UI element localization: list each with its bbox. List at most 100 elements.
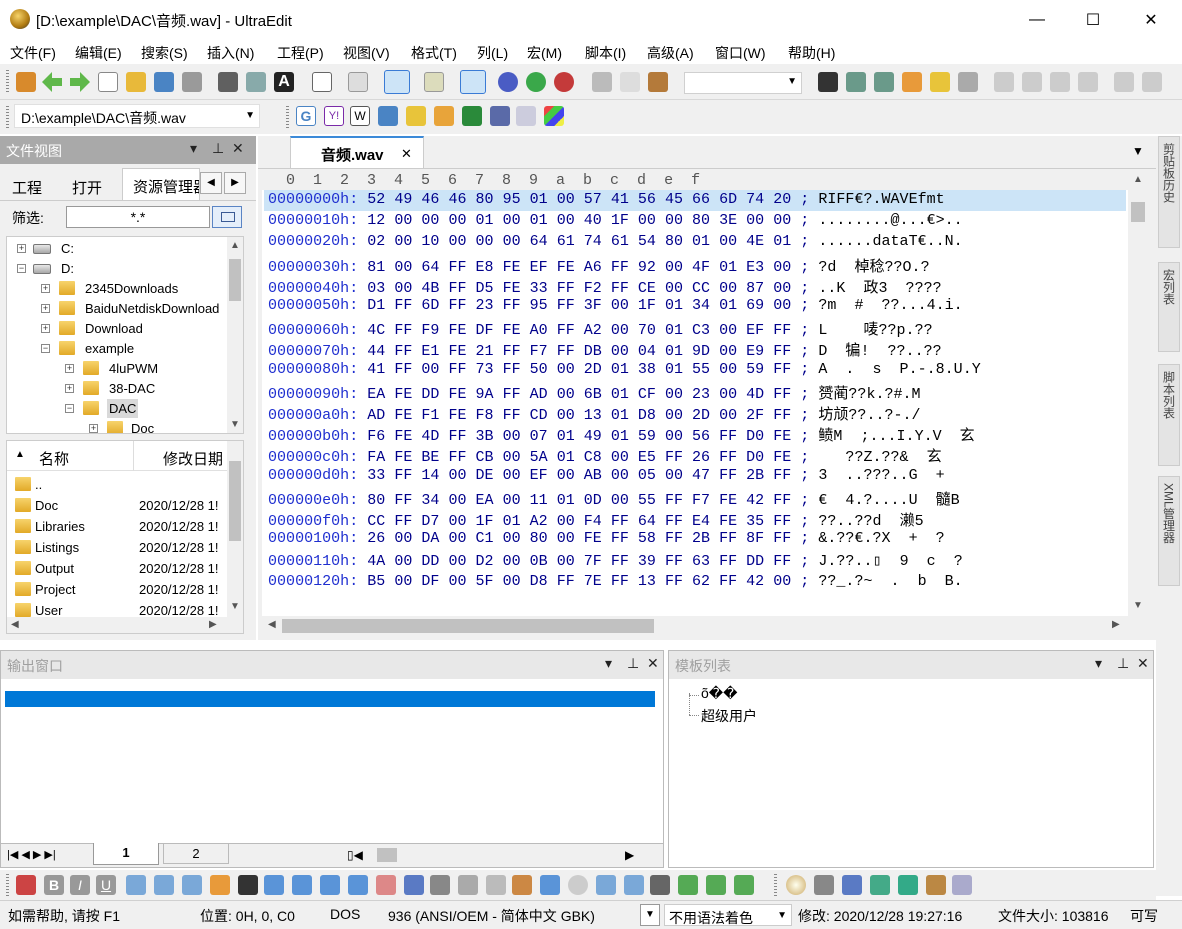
hex-row[interactable]: 000000c0h: FA FE BE FF CB 00 5A 01 C8 00… [268,445,942,466]
output-tab-1[interactable]: 1 [93,843,159,865]
panel-menu-icon[interactable]: ▾ [605,655,612,672]
scroll-thumb[interactable] [282,619,654,633]
hex-bytes[interactable]: B5 00 DF 00 5F 00 D8 FF 7E FF 13 FF 62 F… [367,573,791,590]
tree-scrollbar[interactable]: ▲ ▼ [227,237,243,433]
maximize-button[interactable]: ☐ [1064,0,1122,40]
tree-item-4lupwm[interactable]: + 4luPWM [7,359,227,379]
file-path-combo[interactable]: D:\example\DAC\音频.wav ▼ [14,104,260,128]
hex-row[interactable]: 00000040h: 03 00 4B FF D5 FE 33 FF F2 FF… [268,276,942,297]
scroll-thumb[interactable] [229,259,241,301]
hex-bytes[interactable]: 52 49 46 46 80 95 01 00 57 41 56 45 66 6… [367,191,791,208]
export-icon[interactable] [952,875,972,895]
new-file-icon[interactable] [98,72,118,92]
tab-macro-list[interactable]: 宏列表 [1158,262,1180,352]
php-icon[interactable] [490,106,510,126]
editor-hscrollbar[interactable]: ◀ ▶ [262,616,1128,636]
lightbulb-icon[interactable] [406,106,426,126]
expand-icon[interactable]: + [65,384,74,393]
paragraph-icon[interactable] [376,875,396,895]
copy-icon[interactable] [620,72,640,92]
selected-output-line[interactable] [5,691,655,707]
id-icon[interactable] [870,875,890,895]
cut-icon[interactable] [592,72,612,92]
tree-item-d-drive[interactable]: − D: [7,259,227,279]
tile-vertical-icon[interactable] [1050,72,1070,92]
scroll-down-icon[interactable]: ▼ [1133,600,1143,611]
hex-bytes[interactable]: 4C FF F9 FE DF FE A0 FF A2 00 70 01 C3 0… [367,322,791,339]
panel-menu-icon[interactable]: ▾ [1095,655,1102,672]
print-icon[interactable] [218,72,238,92]
hex-bytes[interactable]: 80 FF 34 00 EA 00 11 01 0D 00 55 FF F7 F… [367,492,791,509]
tree-item-download[interactable]: + Download [7,319,227,339]
tab-explorer[interactable]: 资源管理器 [122,168,200,200]
align-center-icon[interactable] [154,875,174,895]
hex-row[interactable]: 00000030h: 81 00 64 FF E8 FE EF FE A6 FF… [268,255,930,276]
table-icon[interactable] [210,875,230,895]
button-icon[interactable] [404,875,424,895]
ruler-icon[interactable] [424,72,444,92]
align-right-icon[interactable] [182,875,202,895]
scroll-left-icon[interactable]: ◀ [268,619,276,630]
red-circle-icon[interactable] [554,72,574,92]
template-item[interactable]: õ�� [701,685,738,702]
collapse-icon[interactable]: − [17,264,26,273]
status-read-write[interactable]: 可写 [1130,906,1158,926]
heading4-icon[interactable] [348,875,368,895]
collapse-icon[interactable]: − [41,344,50,353]
find-prev-icon[interactable] [874,72,894,92]
bold-icon[interactable]: B [44,875,64,895]
forward-arrow-icon[interactable] [70,72,90,92]
color-picker-icon[interactable] [786,875,806,895]
scroll-thumb[interactable] [229,461,241,541]
pin-icon[interactable]: ⊥ [627,655,639,672]
template-item[interactable]: 超级用户 [701,706,757,726]
tree-item-2345downloads[interactable]: + 2345Downloads [7,279,227,299]
hex-ascii[interactable]: D 犏! ??..?? [818,343,941,360]
hex-row[interactable]: 00000000h: 52 49 46 46 80 95 01 00 57 41… [268,191,945,212]
hex-bytes[interactable]: EA FE DD FE 9A FF AD 00 6B 01 CF 00 23 0… [367,386,791,403]
expand-icon[interactable]: + [17,244,26,253]
preview-icon[interactable] [842,875,862,895]
output-tab-2[interactable]: 2 [163,844,229,864]
hex-row[interactable]: 000000a0h: AD FE F1 FE F8 FF CD 00 13 01… [268,403,921,424]
hex-bytes[interactable]: F6 FE 4D FF 3B 00 07 01 49 01 59 00 56 F… [367,428,791,445]
toolbar-grip[interactable] [6,70,9,94]
hex-bytes[interactable]: 02 00 10 00 00 00 64 61 74 61 54 80 01 0… [367,233,791,250]
no-icon[interactable] [512,875,532,895]
validate-icon[interactable] [814,875,834,895]
link-icon[interactable] [678,875,698,895]
heading2-icon[interactable] [292,875,312,895]
hex-row[interactable]: 00000100h: 26 00 DA 00 C1 00 80 00 FE FF… [268,530,945,551]
list-item[interactable]: Libraries 2020/12/28 1! [7,517,229,537]
menu-help[interactable]: 帮助(H) [788,43,835,63]
toolbar-grip[interactable] [6,874,9,896]
windows-help-icon[interactable] [544,106,564,126]
split-horizontal-icon[interactable] [1114,72,1134,92]
scroll-up-icon[interactable]: ▲ [1133,174,1143,185]
italic-icon[interactable]: I [70,875,90,895]
tree-item-c-drive[interactable]: + C: [7,239,227,259]
msdn-icon[interactable] [378,106,398,126]
google-search-icon[interactable]: G [296,106,316,126]
textarea-icon[interactable] [458,875,478,895]
align-left-icon[interactable] [126,875,146,895]
hex-row[interactable]: 00000060h: 4C FF F9 FE DF FE A0 FF A2 00… [268,318,933,339]
hex-ascii[interactable]: ..K 政3 ???? [818,280,941,297]
pin-icon[interactable]: ⊥ [212,140,224,157]
hex-bytes[interactable]: AD FE F1 FE F8 FF CD 00 13 01 D8 00 2D 0… [367,407,791,424]
tab-project[interactable]: 工程 [6,170,64,200]
menu-search[interactable]: 搜索(S) [141,43,188,63]
hex-ascii[interactable]: ......dataT€..N. [818,233,962,250]
hex-ascii[interactable]: J.??..▯ 9 c ? [818,553,962,570]
tab-clipboard-history[interactable]: 剪贴板历史 [1158,136,1180,248]
tree-item-38-dac[interactable]: + 38-DAC [7,379,227,399]
hex-row[interactable]: 000000b0h: F6 FE 4D FF 3B 00 07 01 49 01… [268,424,975,445]
email-link-icon[interactable] [734,875,754,895]
find-next-icon[interactable] [846,72,866,92]
menu-project[interactable]: 工程(P) [277,43,324,63]
pin-icon[interactable]: ⊥ [1117,655,1129,672]
new-project-icon[interactable] [16,72,36,92]
column-modified-date[interactable]: 修改日期 [163,448,223,469]
column-name[interactable]: 名称 [39,448,69,469]
textfield-icon[interactable] [486,875,506,895]
